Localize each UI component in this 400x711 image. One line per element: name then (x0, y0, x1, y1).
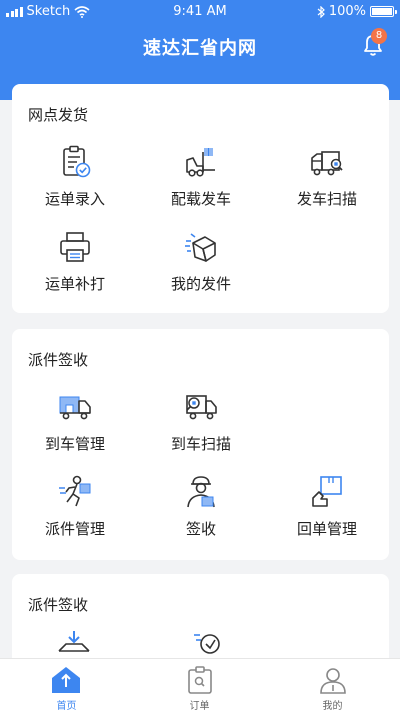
tab-home[interactable]: 首页 (0, 659, 133, 711)
bottom-tab-bar: 首页 订单 我的 (0, 658, 400, 711)
menu-item-label: 发车扫描 (296, 190, 357, 208)
tab-orders[interactable]: 订单 (133, 659, 266, 711)
tab-label: 订单 (189, 701, 210, 711)
menu-item-departure-scan[interactable]: 发车扫描 (272, 144, 382, 216)
profile-icon (320, 668, 346, 694)
menu-item-arrival-management[interactable]: 到车管理 (20, 389, 130, 461)
section-card-shipping: 网点发货 运单录入 配载发车 发车扫描 运单补打 我的发件 (12, 84, 389, 313)
return-receipt-icon (312, 476, 342, 507)
menu-item-my-shipments[interactable]: 我的发件 (146, 229, 256, 301)
home-icon (52, 667, 80, 693)
battery-icon (370, 6, 397, 17)
bluetooth-icon (317, 5, 325, 18)
menu-item-label: 回单管理 (296, 520, 357, 538)
menu-item-waybill-entry[interactable]: 运单录入 (20, 144, 130, 216)
printer-icon (60, 232, 90, 262)
loading-departure-icon (186, 148, 215, 177)
section-title: 派件签收 (28, 596, 89, 614)
battery-percent: 100% (328, 4, 366, 19)
waybill-entry-icon (63, 145, 91, 178)
departure-scan-icon (311, 151, 343, 176)
notification-badge: 8 (371, 28, 387, 44)
section-title: 网点发货 (28, 106, 89, 124)
dispatch-management-icon (59, 475, 91, 507)
menu-item-sign-receipt[interactable]: 签收 (146, 474, 256, 546)
menu-item-arrival-scan[interactable]: 到车扫描 (146, 389, 256, 461)
status-bar: Sketch 9:41 AM 100% (0, 0, 400, 24)
menu-item-label: 运单补打 (44, 275, 105, 293)
my-shipments-icon (185, 233, 216, 262)
arrival-management-icon (59, 396, 91, 420)
menu-item-label: 派件管理 (44, 520, 105, 538)
section-title: 派件签收 (28, 351, 89, 369)
menu-item-loading-departure[interactable]: 配载发车 (146, 144, 256, 216)
tab-label: 首页 (56, 701, 77, 711)
menu-item-label: 到车管理 (44, 435, 105, 453)
menu-item-label: 配载发车 (170, 190, 231, 208)
sign-receipt-icon (187, 476, 215, 508)
menu-item-reprint-waybill[interactable]: 运单补打 (20, 229, 130, 301)
arrival-scan-icon (186, 395, 217, 420)
menu-item-label: 运单录入 (44, 190, 105, 208)
menu-item-label: 签收 (185, 520, 216, 538)
menu-item-return-receipt[interactable]: 回单管理 (272, 474, 382, 546)
tab-profile[interactable]: 我的 (266, 659, 399, 711)
menu-item-label: 到车扫描 (170, 435, 231, 453)
menu-item-label: 我的发件 (170, 275, 231, 293)
order-icon (188, 666, 212, 694)
menu-item-dispatch-management[interactable]: 派件管理 (20, 474, 130, 546)
tab-label: 我的 (322, 701, 343, 711)
section-card-dispatch: 派件签收 到车管理 到车扫描 派件管理 签收 回单管理 (12, 329, 389, 560)
page-title: 速达汇省内网 (143, 38, 257, 59)
